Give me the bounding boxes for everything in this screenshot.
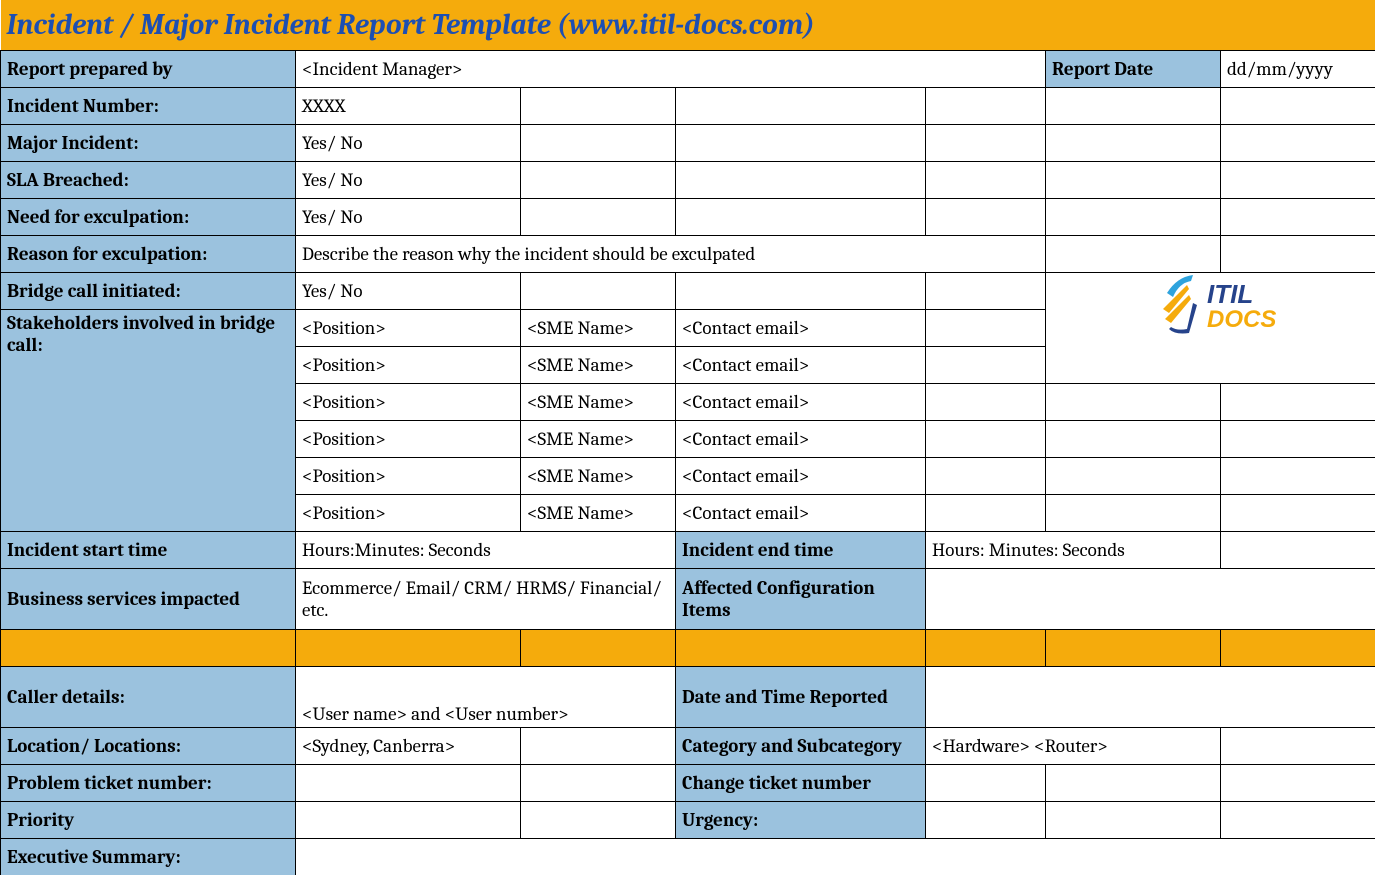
email-6: <Contact email> <box>676 495 926 532</box>
label-needexcul: Need for exculpation: <box>1 199 296 236</box>
position-4: <Position> <box>296 421 521 458</box>
email-1: <Contact email> <box>676 310 926 347</box>
value-affectedci <box>926 569 1375 630</box>
sme-4: <SME Name> <box>521 421 676 458</box>
value-reportby: <Incident Manager> <box>296 51 1046 88</box>
row-starttime: Incident start time Hours:Minutes: Secon… <box>1 532 1375 569</box>
label-caller: Caller details: <box>1 667 296 728</box>
sme-3: <SME Name> <box>521 384 676 421</box>
value-endtime: Hours: Minutes: Seconds <box>926 532 1221 569</box>
value-bizsvc: Ecommerce/ Email/ CRM/ HRMS/ Financial/ … <box>296 569 676 630</box>
row-priority: Priority Urgency: <box>1 802 1375 839</box>
row-bridge: Bridge call initiated: Yes/ No ITIL DOCS <box>1 273 1375 310</box>
position-3: <Position> <box>296 384 521 421</box>
label-bridge: Bridge call initiated: <box>1 273 296 310</box>
label-endtime: Incident end time <box>676 532 926 569</box>
incident-report-table: Incident / Major Incident Report Templat… <box>0 0 1375 875</box>
email-3: <Contact email> <box>676 384 926 421</box>
label-sla: SLA Breached: <box>1 162 296 199</box>
position-6: <Position> <box>296 495 521 532</box>
email-5: <Contact email> <box>676 458 926 495</box>
logo-cell: ITIL DOCS <box>1046 273 1375 384</box>
label-priority: Priority <box>1 802 296 839</box>
value-reasonexcul: Describe the reason why the incident sho… <box>296 236 1046 273</box>
email-4: <Contact email> <box>676 421 926 458</box>
value-sla: Yes/ No <box>296 162 521 199</box>
value-incidentnum: XXXX <box>296 88 521 125</box>
value-needexcul: Yes/ No <box>296 199 521 236</box>
sme-5: <SME Name> <box>521 458 676 495</box>
label-reportdate: Report Date <box>1046 51 1221 88</box>
row-sla: SLA Breached: Yes/ No <box>1 162 1375 199</box>
label-catsub: Category and Subcategory <box>676 728 926 765</box>
sme-2: <SME Name> <box>521 347 676 384</box>
row-reasonexcul: Reason for exculpation: Describe the rea… <box>1 236 1375 273</box>
label-execsummary: Executive Summary: <box>1 839 296 875</box>
email-2: <Contact email> <box>676 347 926 384</box>
label-chgticket: Change ticket number <box>676 765 926 802</box>
value-starttime: Hours:Minutes: Seconds <box>296 532 676 569</box>
row-divider <box>1 630 1375 667</box>
value-reportdate: dd/mm/yyyy <box>1221 51 1375 88</box>
row-needexcul: Need for exculpation: Yes/ No <box>1 199 1375 236</box>
svg-text:ITIL: ITIL <box>1207 279 1253 309</box>
row-major: Major Incident: Yes/ No <box>1 125 1375 162</box>
value-location: <Sydney, Canberra> <box>296 728 521 765</box>
page-title: Incident / Major Incident Report Templat… <box>1 0 1375 51</box>
label-incidentnum: Incident Number: <box>1 88 296 125</box>
label-stakeholders: Stakeholders involved in bridge call: <box>1 310 296 532</box>
label-reportby: Report prepared by <box>1 51 296 88</box>
row-probticket: Problem ticket number: Change ticket num… <box>1 765 1375 802</box>
label-affectedci: Affected Configuration Items <box>676 569 926 630</box>
row-execsummary: Executive Summary: <box>1 839 1375 875</box>
row-location: Location/ Locations: <Sydney, Canberra> … <box>1 728 1375 765</box>
label-reasonexcul: Reason for exculpation: <box>1 236 296 273</box>
row-reportby: Report prepared by <Incident Manager> Re… <box>1 51 1375 88</box>
position-1: <Position> <box>296 310 521 347</box>
value-catsub: <Hardware> <Router> <box>926 728 1221 765</box>
position-5: <Position> <box>296 458 521 495</box>
sme-1: <SME Name> <box>521 310 676 347</box>
row-caller: Caller details: <User name> and <User nu… <box>1 667 1375 728</box>
label-location: Location/ Locations: <box>1 728 296 765</box>
value-major: Yes/ No <box>296 125 521 162</box>
itil-docs-logo: ITIL DOCS <box>1155 273 1295 342</box>
label-major: Major Incident: <box>1 125 296 162</box>
label-probticket: Problem ticket number: <box>1 765 296 802</box>
row-bizsvc: Business services impacted Ecommerce/ Em… <box>1 569 1375 630</box>
value-bridge: Yes/ No <box>296 273 521 310</box>
value-dtreported <box>926 667 1375 728</box>
label-starttime: Incident start time <box>1 532 296 569</box>
position-2: <Position> <box>296 347 521 384</box>
label-bizsvc: Business services impacted <box>1 569 296 630</box>
label-dtreported: Date and Time Reported <box>676 667 926 728</box>
label-urgency: Urgency: <box>676 802 926 839</box>
svg-text:DOCS: DOCS <box>1207 306 1276 333</box>
sme-6: <SME Name> <box>521 495 676 532</box>
row-incidentnum: Incident Number: XXXX <box>1 88 1375 125</box>
value-caller: <User name> and <User number> <box>296 667 676 728</box>
title-row: Incident / Major Incident Report Templat… <box>1 0 1375 51</box>
